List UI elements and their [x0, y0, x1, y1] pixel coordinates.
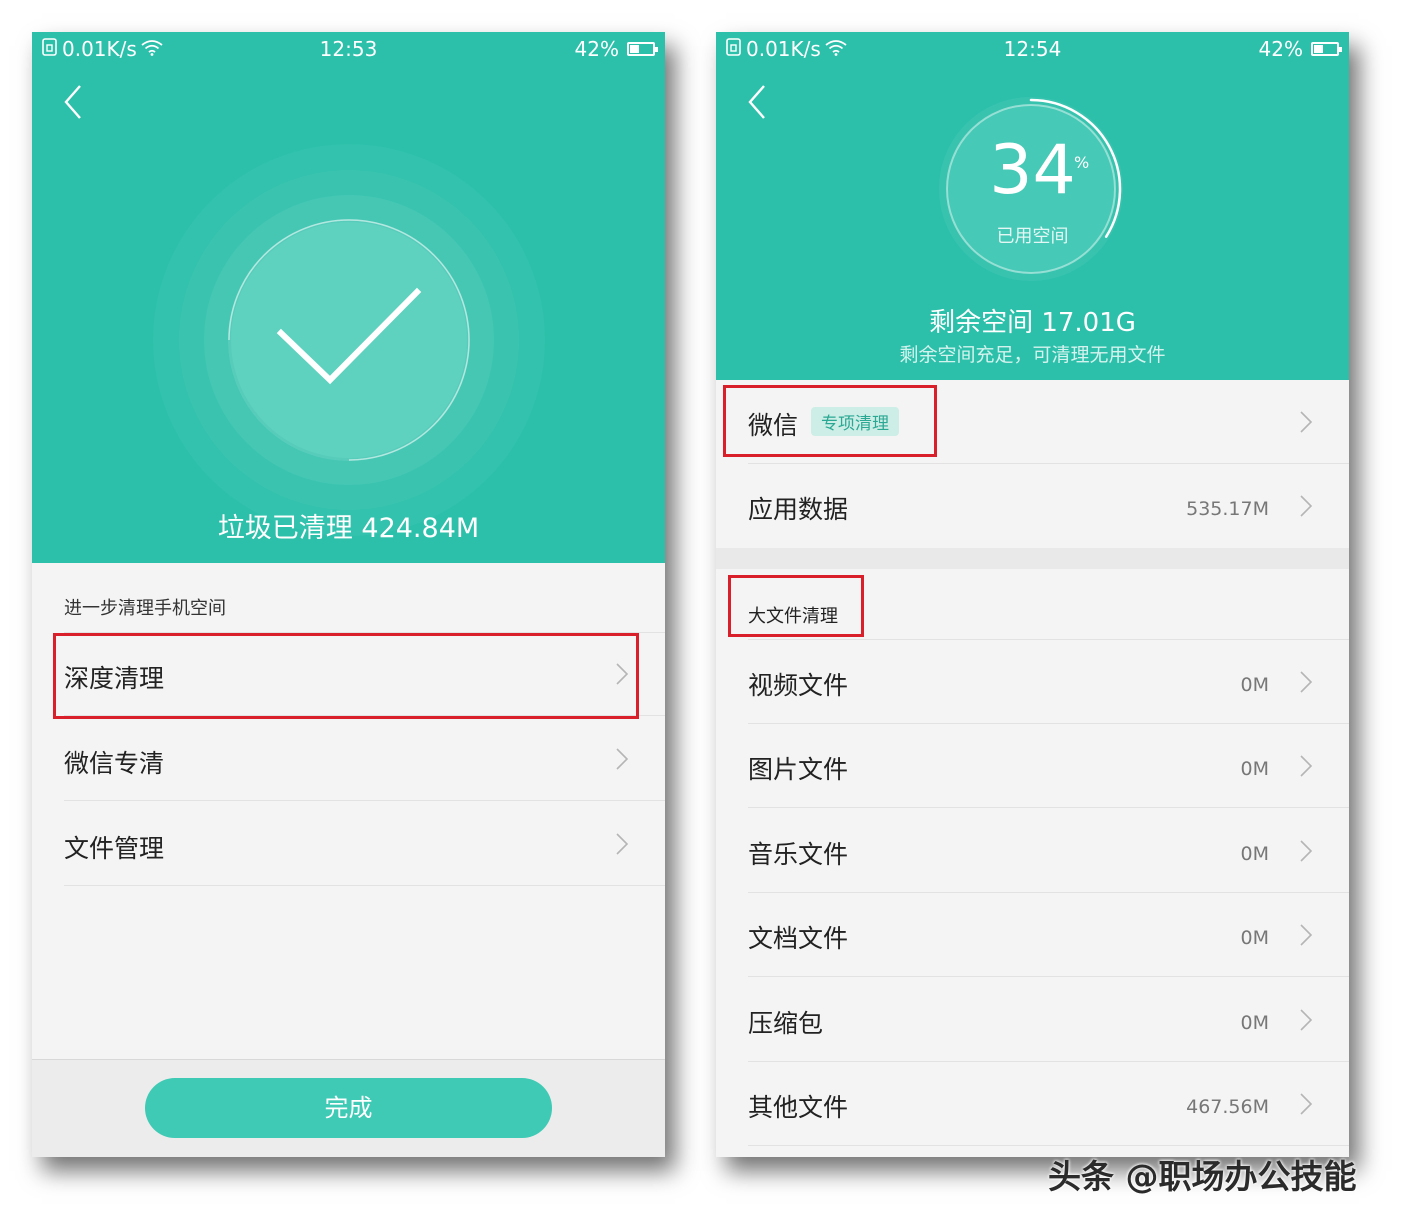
- item-size: 535.17M: [1186, 498, 1269, 520]
- divider: [64, 715, 665, 716]
- chevron-right-icon: [1300, 755, 1313, 777]
- section-separator: [716, 548, 1349, 569]
- file-manager-item[interactable]: 文件管理: [32, 802, 665, 886]
- done-button[interactable]: 完成: [145, 1078, 552, 1138]
- item-size: 0M: [1240, 674, 1269, 696]
- video-files-item[interactable]: 视频文件 0M: [716, 640, 1349, 724]
- item-label: 应用数据: [748, 495, 849, 524]
- status-bar: 0.01K/s 12:53 42%: [32, 32, 665, 66]
- clock: 12:54: [1003, 37, 1062, 61]
- divider: [748, 1145, 1349, 1146]
- deep-clean-item[interactable]: 深度清理: [32, 632, 665, 716]
- wechat-clean-item[interactable]: 微信 专项清理: [716, 380, 1349, 464]
- percent-sign: %: [1074, 153, 1090, 172]
- music-files-item[interactable]: 音乐文件 0M: [716, 809, 1349, 893]
- success-check-graphic: [149, 140, 549, 540]
- section-label: 进一步清理手机空间: [64, 598, 226, 619]
- app-data-item[interactable]: 应用数据 535.17M: [716, 464, 1349, 548]
- status-bar: 0.01K/s 12:54 42%: [716, 32, 1349, 66]
- battery-percent: 42%: [574, 37, 619, 61]
- item-label: 微信专清: [64, 749, 165, 778]
- phone-screen-left: 0.01K/s 12:53 42% 垃圾已清理 424.84M 进一步清理手机空…: [32, 32, 665, 1157]
- item-label: 压缩包: [748, 1009, 824, 1038]
- chevron-left-icon: [748, 85, 765, 119]
- other-files-item[interactable]: 其他文件 467.56M: [716, 1062, 1349, 1146]
- remaining-space-hint: 剩余空间充足，可清理无用文件: [899, 344, 1166, 366]
- chevron-right-icon: [1300, 411, 1313, 433]
- item-size: 0M: [1240, 758, 1269, 780]
- storage-header: 0.01K/s 12:54 42% 34 % 已用空间 剩余空间 17.01G …: [716, 32, 1349, 380]
- divider: [748, 807, 1349, 808]
- archive-files-item[interactable]: 压缩包 0M: [716, 978, 1349, 1062]
- used-percent: 34: [989, 131, 1076, 210]
- chevron-right-icon: [616, 833, 629, 855]
- document-files-item[interactable]: 文档文件 0M: [716, 893, 1349, 977]
- divider: [64, 885, 665, 886]
- used-space-label: 已用空间: [996, 226, 1069, 247]
- item-size: 467.56M: [1186, 1096, 1269, 1118]
- chevron-right-icon: [1300, 840, 1313, 862]
- item-label: 文件管理: [64, 834, 165, 863]
- chevron-right-icon: [616, 748, 629, 770]
- divider: [64, 632, 665, 633]
- back-button[interactable]: [744, 82, 774, 122]
- big-files-section-label: 大文件清理: [748, 606, 838, 627]
- chevron-right-icon: [1300, 671, 1313, 693]
- chevron-right-icon: [1300, 1009, 1313, 1031]
- remaining-space: 剩余空间 17.01G: [929, 308, 1136, 338]
- clock: 12:53: [319, 37, 378, 61]
- battery-percent: 42%: [1258, 37, 1303, 61]
- item-label: 视频文件: [748, 671, 849, 700]
- watermark: 头条 @职场办公技能: [1048, 1157, 1357, 1196]
- item-label: 其他文件: [748, 1093, 849, 1122]
- clean-result-header: 0.01K/s 12:53 42% 垃圾已清理 424.84M: [32, 32, 665, 563]
- divider: [748, 976, 1349, 977]
- item-label: 音乐文件: [748, 840, 849, 869]
- divider: [64, 800, 665, 801]
- item-label: 深度清理: [64, 664, 165, 693]
- chevron-right-icon: [1300, 495, 1313, 517]
- chevron-right-icon: [1300, 924, 1313, 946]
- item-size: 0M: [1240, 927, 1269, 949]
- item-label: 文档文件: [748, 924, 849, 953]
- back-button[interactable]: [60, 82, 90, 122]
- item-size: 0M: [1240, 843, 1269, 865]
- chevron-left-icon: [64, 85, 81, 119]
- item-label: 微信: [748, 411, 799, 440]
- footer-bar: 完成: [32, 1059, 665, 1157]
- cleaned-amount: 垃圾已清理 424.84M: [217, 513, 480, 544]
- item-size: 0M: [1240, 1012, 1269, 1034]
- battery-icon: [1311, 42, 1342, 56]
- chevron-right-icon: [616, 663, 629, 685]
- wechat-clean-item[interactable]: 微信专清: [32, 717, 665, 801]
- item-label: 图片文件: [748, 755, 849, 784]
- phone-screen-right: 0.01K/s 12:54 42% 34 % 已用空间 剩余空间 17.01G …: [716, 32, 1349, 1157]
- chevron-right-icon: [1300, 1093, 1313, 1115]
- battery-icon: [627, 42, 658, 56]
- image-files-item[interactable]: 图片文件 0M: [716, 724, 1349, 808]
- special-clean-badge: 专项清理: [811, 407, 899, 436]
